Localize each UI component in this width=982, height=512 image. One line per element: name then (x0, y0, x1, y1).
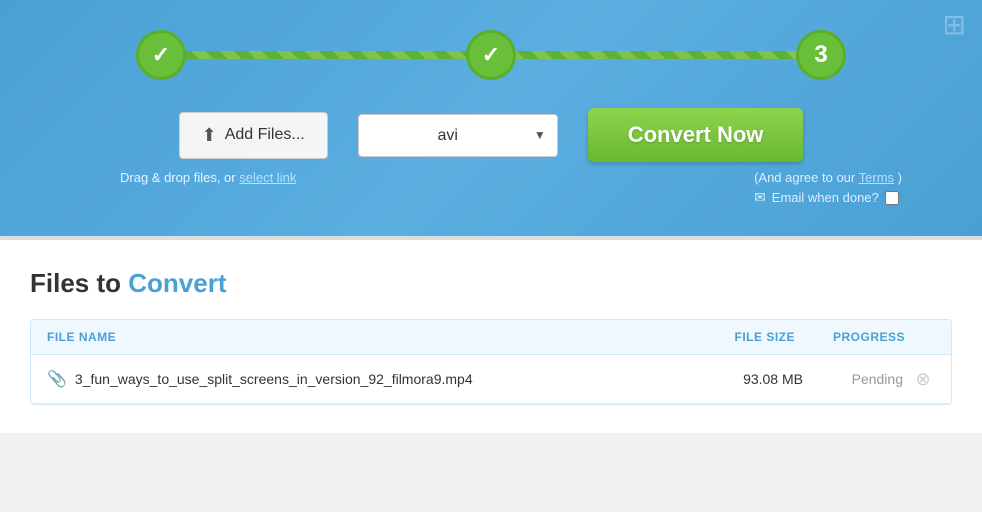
files-heading-part2: Convert (128, 268, 226, 298)
file-name: 3_fun_ways_to_use_split_screens_in_versi… (75, 371, 683, 387)
terms-text: (And agree to our Terms ) (754, 170, 902, 185)
step-1-label: ✓ (152, 42, 170, 68)
select-link[interactable]: select link (239, 170, 296, 185)
email-icon: ✉ (754, 189, 766, 206)
step-2-circle: ✓ (466, 30, 516, 80)
format-select-wrapper: avi mp4 mov mkv wmv ▼ (358, 114, 558, 157)
upload-icon: ⬆ (202, 125, 217, 146)
logo-corner: ⊞ (943, 8, 966, 41)
main-content: Files to Convert FILE NAME FILE SIZE PRO… (0, 240, 982, 433)
files-table: FILE NAME FILE SIZE PROGRESS 📎 3_fun_way… (30, 319, 952, 405)
col-filename-header: FILE NAME (47, 330, 675, 344)
drag-drop-row: Drag & drop files, or select link (And a… (60, 170, 922, 206)
file-progress: Pending (803, 371, 903, 387)
files-heading-part1: Files to (30, 268, 128, 298)
format-select[interactable]: avi mp4 mov mkv wmv (358, 114, 558, 157)
file-size: 93.08 MB (683, 371, 803, 387)
email-row: ✉ Email when done? (754, 189, 902, 206)
files-heading: Files to Convert (30, 268, 952, 299)
right-info: (And agree to our Terms ) ✉ Email when d… (754, 170, 902, 206)
table-row: 📎 3_fun_ways_to_use_split_screens_in_ver… (31, 355, 951, 404)
convert-now-button[interactable]: Convert Now (588, 108, 804, 162)
step-1-circle: ✓ (136, 30, 186, 80)
step-3-circle: 3 (796, 30, 846, 80)
email-checkbox[interactable] (885, 191, 899, 205)
add-files-button[interactable]: ⬆ Add Files... (179, 112, 328, 159)
file-attachment-icon: 📎 (47, 369, 67, 389)
table-header: FILE NAME FILE SIZE PROGRESS (31, 320, 951, 355)
steps-container: ✓ ✓ 3 (60, 30, 922, 80)
step-3-label: 3 (814, 41, 827, 69)
drag-drop-static: Drag & drop files, or (120, 170, 236, 185)
step-2-label: ✓ (482, 42, 500, 68)
col-progress-header: PROGRESS (795, 330, 935, 344)
terms-link[interactable]: Terms (859, 170, 894, 185)
top-banner: ⊞ ✓ ✓ 3 ⬆ Add Files... avi mp4 mov mkv (0, 0, 982, 240)
email-label: Email when done? (772, 190, 879, 205)
drag-drop-text: Drag & drop files, or select link (120, 170, 296, 185)
col-filesize-header: FILE SIZE (675, 330, 795, 344)
add-files-label: Add Files... (225, 126, 305, 144)
remove-file-button[interactable]: ⊗ (911, 367, 935, 391)
controls-row: ⬆ Add Files... avi mp4 mov mkv wmv ▼ Con… (60, 108, 922, 162)
convert-now-label: Convert Now (628, 122, 764, 147)
